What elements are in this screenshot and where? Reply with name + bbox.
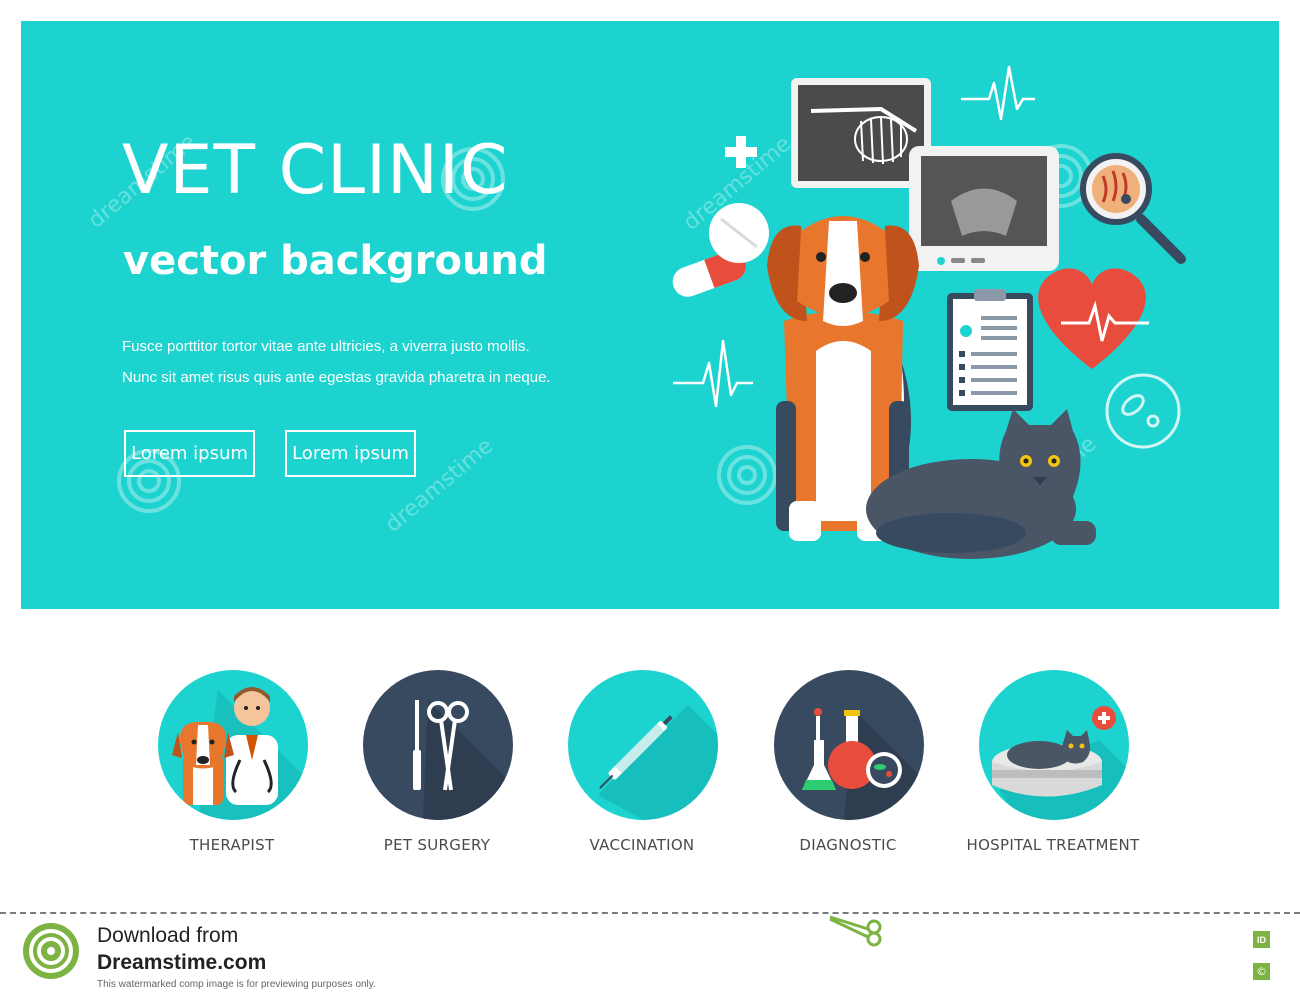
heart-icon	[1038, 268, 1149, 369]
lorem-ipsum-button-1[interactable]: Lorem ipsum	[124, 430, 255, 477]
lorem-ipsum-button-2[interactable]: Lorem ipsum	[285, 430, 416, 477]
service-label: PET SURGERY	[383, 836, 491, 854]
scissors-icon	[829, 915, 882, 947]
service-label: HOSPITAL TREATMENT	[966, 836, 1140, 854]
footer-note: This watermarked comp image is for previ…	[97, 979, 376, 990]
cat-bed-icon	[979, 670, 1129, 820]
id-badge: ID	[1253, 931, 1270, 948]
therapist-icon	[158, 670, 308, 820]
hero-description: Fusce porttitor tortor vitae ante ultric…	[122, 331, 642, 393]
hero-title: VET CLINIC	[122, 131, 509, 210]
lab-flask-icon	[774, 670, 924, 820]
footer-divider	[0, 912, 1300, 914]
footer-download-text: Download from	[97, 924, 239, 947]
hero-description-line: Nunc sit amet risus quis ante egestas gr…	[122, 369, 551, 386]
magnifier-icon	[1080, 153, 1186, 264]
clipboard-icon	[947, 289, 1033, 411]
syringe-icon	[568, 670, 718, 820]
hero-banner: dreamstime dreamstime dreamstime dreamst…	[21, 21, 1279, 609]
hero-description-line: Fusce porttitor tortor vitae ante ultric…	[122, 338, 530, 355]
ultrasound-monitor-icon	[909, 146, 1059, 271]
scissors-icon	[363, 670, 513, 820]
copyright-badge: ©	[1253, 963, 1270, 980]
service-label: VACCINATION	[589, 836, 695, 854]
service-label: DIAGNOSTIC	[799, 836, 897, 854]
service-label: THERAPIST	[189, 836, 275, 854]
dreamstime-logo-icon	[23, 923, 79, 979]
footer-site-link[interactable]: Dreamstime.com	[97, 951, 266, 975]
hero-subtitle: vector background	[123, 238, 548, 284]
vet-clinic-illustration: dreamstime dreamstime dreamstime dreamst…	[84, 65, 1186, 559]
bacteria-icon	[1105, 373, 1181, 449]
